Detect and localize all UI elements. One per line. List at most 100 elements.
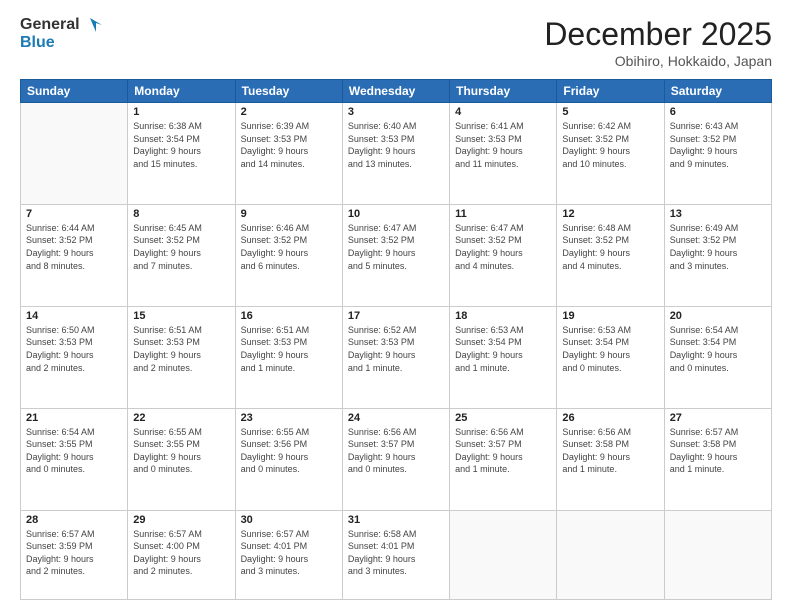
- calendar-cell: 3Sunrise: 6:40 AMSunset: 3:53 PMDaylight…: [342, 103, 449, 205]
- day-number: 27: [670, 412, 766, 424]
- day-info: Sunrise: 6:47 AMSunset: 3:52 PMDaylight:…: [348, 222, 444, 272]
- day-info: Sunrise: 6:54 AMSunset: 3:55 PMDaylight:…: [26, 426, 122, 476]
- calendar-cell: 13Sunrise: 6:49 AMSunset: 3:52 PMDayligh…: [664, 204, 771, 306]
- day-info: Sunrise: 6:57 AMSunset: 4:00 PMDaylight:…: [133, 528, 229, 578]
- day-number: 20: [670, 310, 766, 322]
- calendar-cell: 31 Sunrise: 6:58 AMSunset: 4:01 PMDayligh…: [342, 510, 449, 600]
- day-info: Sunrise: 6:57 AMSunset: 3:59 PMDaylight:…: [26, 528, 122, 578]
- calendar-cell: 29 Sunrise: 6:57 AMSunset: 4:00 PMDayligh…: [128, 510, 235, 600]
- day-info: Sunrise: 6:51 AMSunset: 3:53 PMDaylight:…: [133, 324, 229, 374]
- day-number: 2: [241, 106, 337, 118]
- calendar-cell: 8Sunrise: 6:45 AMSunset: 3:52 PMDaylight…: [128, 204, 235, 306]
- calendar-cell: 25 Sunrise: 6:56 AMSunset: 3:57 PMDayligh…: [450, 408, 557, 510]
- day-number: 16: [241, 310, 337, 322]
- day-info: Sunrise: 6:49 AMSunset: 3:52 PMDaylight:…: [670, 222, 766, 272]
- day-number: 24: [348, 412, 444, 424]
- day-info: Sunrise: 6:56 AMSunset: 3:58 PMDaylight:…: [562, 426, 658, 476]
- weekday-header-row: SundayMondayTuesdayWednesdayThursdayFrid…: [21, 80, 772, 103]
- day-info: Sunrise: 6:54 AMSunset: 3:54 PMDaylight:…: [670, 324, 766, 374]
- weekday-friday: Friday: [557, 80, 664, 103]
- day-info: Sunrise: 6:57 AMSunset: 3:58 PMDaylight:…: [670, 426, 766, 476]
- day-info: Sunrise: 6:53 AMSunset: 3:54 PMDaylight:…: [562, 324, 658, 374]
- weekday-saturday: Saturday: [664, 80, 771, 103]
- day-info: Sunrise: 6:56 AMSunset: 3:57 PMDaylight:…: [348, 426, 444, 476]
- calendar-cell: 21 Sunrise: 6:54 AMSunset: 3:55 PMDayligh…: [21, 408, 128, 510]
- day-number: 8: [133, 208, 229, 220]
- day-info: Sunrise: 6:56 AMSunset: 3:57 PMDaylight:…: [455, 426, 551, 476]
- calendar-cell: 19 Sunrise: 6:53 AMSunset: 3:54 PMDayligh…: [557, 306, 664, 408]
- logo-bird-icon: [80, 16, 102, 34]
- day-number: 4: [455, 106, 551, 118]
- weekday-thursday: Thursday: [450, 80, 557, 103]
- calendar-page: General Blue December 2025 Obihiro, Hokk…: [0, 0, 792, 612]
- day-info: Sunrise: 6:39 AMSunset: 3:53 PMDaylight:…: [241, 120, 337, 170]
- day-info: Sunrise: 6:47 AMSunset: 3:52 PMDaylight:…: [455, 222, 551, 272]
- calendar-cell: 30Sunrise: 6:57 AMSunset: 4:01 PMDayligh…: [235, 510, 342, 600]
- logo-blue: Blue: [20, 34, 55, 52]
- day-number: 18: [455, 310, 551, 322]
- day-info: Sunrise: 6:41 AMSunset: 3:53 PMDaylight:…: [455, 120, 551, 170]
- day-number: 12: [562, 208, 658, 220]
- day-number: 28: [26, 514, 122, 526]
- day-number: 11: [455, 208, 551, 220]
- day-info: Sunrise: 6:40 AMSunset: 3:53 PMDaylight:…: [348, 120, 444, 170]
- weekday-tuesday: Tuesday: [235, 80, 342, 103]
- day-info: Sunrise: 6:52 AMSunset: 3:53 PMDaylight:…: [348, 324, 444, 374]
- calendar-cell: 12Sunrise: 6:48 AMSunset: 3:52 PMDayligh…: [557, 204, 664, 306]
- calendar-cell: 28 Sunrise: 6:57 AMSunset: 3:59 PMDayligh…: [21, 510, 128, 600]
- calendar-cell: 20 Sunrise: 6:54 AMSunset: 3:54 PMDayligh…: [664, 306, 771, 408]
- day-number: 26: [562, 412, 658, 424]
- day-number: 5: [562, 106, 658, 118]
- title-block: December 2025 Obihiro, Hokkaido, Japan: [544, 16, 772, 69]
- day-number: 7: [26, 208, 122, 220]
- header: General Blue December 2025 Obihiro, Hokk…: [20, 16, 772, 69]
- calendar-cell: [557, 510, 664, 600]
- day-number: 15: [133, 310, 229, 322]
- day-number: 29: [133, 514, 229, 526]
- calendar-cell: 1Sunrise: 6:38 AMSunset: 3:54 PMDaylight…: [128, 103, 235, 205]
- day-number: 30: [241, 514, 337, 526]
- day-info: Sunrise: 6:53 AMSunset: 3:54 PMDaylight:…: [455, 324, 551, 374]
- calendar-cell: 5Sunrise: 6:42 AMSunset: 3:52 PMDaylight…: [557, 103, 664, 205]
- day-info: Sunrise: 6:50 AMSunset: 3:53 PMDaylight:…: [26, 324, 122, 374]
- day-info: Sunrise: 6:58 AMSunset: 4:01 PMDaylight:…: [348, 528, 444, 578]
- day-number: 10: [348, 208, 444, 220]
- calendar-cell: 6 Sunrise: 6:43 AMSunset: 3:52 PMDaylight…: [664, 103, 771, 205]
- day-number: 9: [241, 208, 337, 220]
- month-title: December 2025: [544, 16, 772, 53]
- logo: General Blue: [20, 16, 102, 52]
- calendar-cell: [664, 510, 771, 600]
- weekday-sunday: Sunday: [21, 80, 128, 103]
- day-number: 25: [455, 412, 551, 424]
- day-number: 31: [348, 514, 444, 526]
- week-row-1: 1Sunrise: 6:38 AMSunset: 3:54 PMDaylight…: [21, 103, 772, 205]
- calendar-cell: [21, 103, 128, 205]
- logo-general: General: [20, 16, 80, 34]
- weekday-wednesday: Wednesday: [342, 80, 449, 103]
- weekday-monday: Monday: [128, 80, 235, 103]
- calendar-table: SundayMondayTuesdayWednesdayThursdayFrid…: [20, 79, 772, 600]
- day-info: Sunrise: 6:46 AMSunset: 3:52 PMDaylight:…: [241, 222, 337, 272]
- week-row-3: 14 Sunrise: 6:50 AMSunset: 3:53 PMDayligh…: [21, 306, 772, 408]
- day-info: Sunrise: 6:51 AMSunset: 3:53 PMDaylight:…: [241, 324, 337, 374]
- calendar-cell: 2 Sunrise: 6:39 AMSunset: 3:53 PMDaylight…: [235, 103, 342, 205]
- calendar-cell: 9 Sunrise: 6:46 AMSunset: 3:52 PMDaylight…: [235, 204, 342, 306]
- day-number: 6: [670, 106, 766, 118]
- day-number: 22: [133, 412, 229, 424]
- location-subtitle: Obihiro, Hokkaido, Japan: [544, 53, 772, 69]
- calendar-cell: 24 Sunrise: 6:56 AMSunset: 3:57 PMDayligh…: [342, 408, 449, 510]
- day-info: Sunrise: 6:55 AMSunset: 3:55 PMDaylight:…: [133, 426, 229, 476]
- day-number: 19: [562, 310, 658, 322]
- day-info: Sunrise: 6:43 AMSunset: 3:52 PMDaylight:…: [670, 120, 766, 170]
- calendar-cell: 16 Sunrise: 6:51 AMSunset: 3:53 PMDayligh…: [235, 306, 342, 408]
- calendar-cell: 15 Sunrise: 6:51 AMSunset: 3:53 PMDayligh…: [128, 306, 235, 408]
- calendar-cell: 27 Sunrise: 6:57 AMSunset: 3:58 PMDayligh…: [664, 408, 771, 510]
- day-number: 17: [348, 310, 444, 322]
- calendar-cell: 22 Sunrise: 6:55 AMSunset: 3:55 PMDayligh…: [128, 408, 235, 510]
- day-info: Sunrise: 6:55 AMSunset: 3:56 PMDaylight:…: [241, 426, 337, 476]
- calendar-cell: 23Sunrise: 6:55 AMSunset: 3:56 PMDayligh…: [235, 408, 342, 510]
- day-info: Sunrise: 6:44 AMSunset: 3:52 PMDaylight:…: [26, 222, 122, 272]
- calendar-cell: 26 Sunrise: 6:56 AMSunset: 3:58 PMDayligh…: [557, 408, 664, 510]
- day-number: 21: [26, 412, 122, 424]
- day-number: 14: [26, 310, 122, 322]
